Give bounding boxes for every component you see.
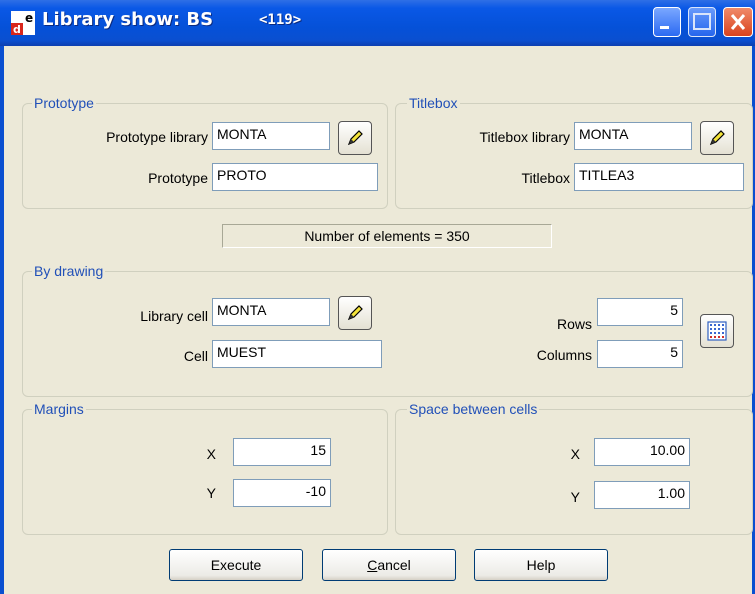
library-cell-label: Library cell	[140, 308, 208, 324]
space-between-cells-group	[395, 409, 753, 535]
margins-group-label: Margins	[32, 401, 86, 417]
titlebox-label: Titlebox	[521, 170, 570, 186]
maximize-icon	[693, 13, 711, 30]
margins-y-field[interactable]: -10	[233, 479, 331, 507]
pencil-icon	[709, 130, 725, 146]
prototype-field[interactable]: PROTO	[212, 163, 378, 191]
cell-field[interactable]: MUEST	[212, 340, 382, 368]
execute-button[interactable]: Execute	[169, 549, 303, 581]
prototype-library-browse-button[interactable]	[338, 121, 372, 155]
cancel-button[interactable]: Cancel	[322, 549, 456, 581]
rows-field[interactable]: 5	[597, 298, 683, 326]
titlebox-library-browse-button[interactable]	[700, 121, 734, 155]
prototype-library-label: Prototype library	[106, 129, 208, 145]
prototype-group	[22, 103, 388, 209]
columns-field[interactable]: 5	[597, 340, 683, 368]
window-code: <119>	[259, 12, 302, 28]
space-x-label: X	[570, 446, 580, 462]
prototype-library-field[interactable]: MONTA	[212, 122, 330, 150]
space-between-cells-group-label: Space between cells	[407, 401, 540, 417]
svg-text:e: e	[25, 11, 33, 25]
by-drawing-group	[22, 271, 753, 397]
window-title: Library show: BS	[42, 9, 214, 30]
library-cell-browse-button[interactable]	[338, 296, 372, 330]
space-y-field[interactable]: 1.00	[594, 481, 690, 509]
titlebox-library-field[interactable]: MONTA	[574, 122, 692, 150]
element-count: Number of elements = 350	[222, 224, 552, 248]
grid-icon	[707, 321, 727, 341]
cell-label: Cell	[183, 348, 208, 364]
margins-y-label: Y	[206, 485, 216, 501]
cancel-mnemonic: C	[367, 557, 378, 573]
prototype-group-label: Prototype	[32, 95, 96, 111]
help-button[interactable]: Help	[474, 549, 608, 581]
titlebox-group-label: Titlebox	[407, 95, 460, 111]
margins-x-field[interactable]: 15	[233, 438, 331, 466]
by-drawing-group-label: By drawing	[32, 263, 106, 279]
margins-x-label: X	[206, 446, 216, 462]
svg-text:d: d	[13, 23, 21, 35]
app-e-d-icon: e d	[11, 11, 35, 36]
pencil-icon	[347, 130, 363, 146]
space-y-label: Y	[570, 489, 580, 505]
close-icon	[730, 14, 746, 30]
rows-label: Rows	[556, 316, 592, 332]
pencil-icon	[347, 305, 363, 321]
titlebox-library-label: Titlebox library	[479, 129, 570, 145]
space-x-field[interactable]: 10.00	[594, 438, 690, 466]
close-button[interactable]	[723, 7, 753, 37]
window-frame-left	[0, 46, 4, 594]
cancel-label-rest: ancel	[377, 557, 411, 573]
title-bar[interactable]: e d Library show: BS <119>	[0, 0, 755, 46]
margins-group	[22, 409, 388, 535]
prototype-label: Prototype	[148, 170, 208, 186]
titlebox-field[interactable]: TITLEA3	[574, 163, 744, 191]
library-cell-field[interactable]: MONTA	[212, 298, 330, 326]
grid-layout-button[interactable]	[700, 314, 734, 348]
maximize-button[interactable]	[688, 7, 716, 37]
minimize-button[interactable]	[653, 7, 681, 37]
minimize-icon	[660, 26, 669, 29]
columns-label: Columns	[536, 347, 592, 363]
titlebox-group	[395, 103, 753, 209]
